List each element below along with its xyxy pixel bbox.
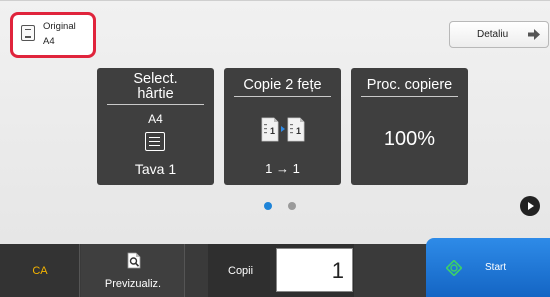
details-button[interactable]: Detaliu	[449, 21, 549, 48]
svg-text:1: 1	[270, 126, 275, 136]
copies-label: Copii	[228, 265, 254, 277]
paper-select-title-line1: Select.	[133, 71, 178, 87]
preview-label: Previzualiz.	[104, 278, 162, 290]
arrow-right-icon	[528, 29, 540, 40]
paper-tray-value: Tava 1	[134, 161, 177, 177]
svg-text:1: 1	[296, 126, 301, 136]
one-sided-to-one-sided-icon: 1 1	[261, 117, 305, 142]
copy-ratio-value: 100%	[383, 128, 436, 150]
page-indicator-dot-active[interactable]	[264, 202, 272, 210]
start-label: Start	[485, 262, 507, 273]
start-diamond-icon	[446, 260, 462, 276]
original-settings-button[interactable]: Original A4	[10, 12, 96, 58]
paper-size-value: A4	[148, 112, 163, 126]
paper-select-title-line2: hârtie	[137, 86, 174, 102]
clear-all-button[interactable]: CA	[0, 244, 80, 297]
page-indicator-dot[interactable]	[288, 202, 296, 210]
duplex-copy-title: Copie 2 fețe	[243, 77, 322, 93]
next-page-button[interactable]	[520, 196, 540, 216]
copies-count-field[interactable]: 1	[276, 248, 353, 292]
paper-tray-icon	[145, 132, 165, 151]
paper-select-tile[interactable]: Select. hârtie A4 Tava 1	[97, 68, 214, 185]
preview-button[interactable]: Previzualiz.	[81, 244, 185, 297]
divider	[361, 96, 458, 97]
details-label: Detaliu	[477, 29, 509, 40]
duplex-mode-value: 1 → 1	[265, 161, 300, 176]
clear-all-label: CA	[32, 265, 48, 277]
preview-magnifier-icon	[127, 252, 141, 269]
original-label: Original	[43, 21, 76, 32]
copies-count-value: 1	[331, 258, 344, 283]
start-button[interactable]: Start	[426, 238, 550, 297]
copy-screen: Original A4 Detaliu Select. hârtie A4 Ta…	[0, 0, 550, 297]
duplex-copy-tile[interactable]: Copie 2 fețe 1 1 1 → 1	[224, 68, 341, 185]
divider	[234, 96, 331, 97]
document-icon	[21, 25, 35, 41]
original-size: A4	[43, 36, 55, 47]
divider	[107, 104, 204, 105]
copy-ratio-tile[interactable]: Proc. copiere 100%	[351, 68, 468, 185]
copies-panel: Copii 1	[208, 244, 354, 297]
copy-ratio-title: Proc. copiere	[366, 77, 453, 93]
bottom-bar: CA Previzualiz. Copii 1 Start	[0, 238, 550, 297]
